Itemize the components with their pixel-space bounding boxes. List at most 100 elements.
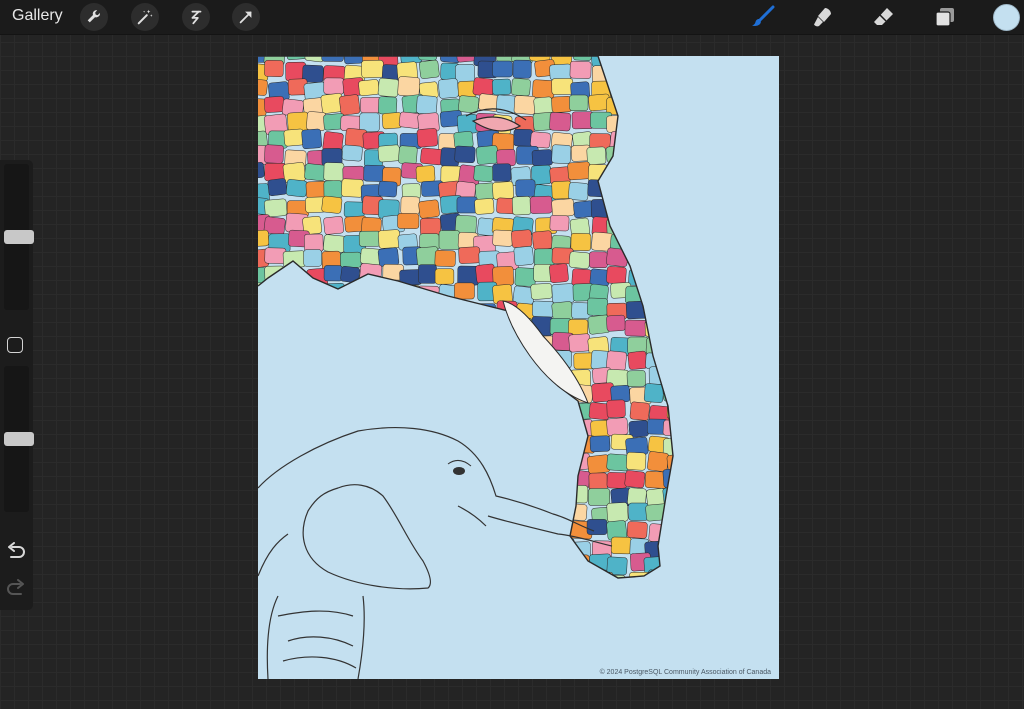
mosaic-patch xyxy=(323,216,344,235)
mosaic-patch xyxy=(552,434,573,451)
mosaic-patch xyxy=(687,320,707,338)
actions-button[interactable] xyxy=(80,3,108,31)
selection-button[interactable] xyxy=(182,3,210,31)
layers-button[interactable] xyxy=(932,4,958,30)
mosaic-patch xyxy=(551,95,572,113)
mosaic-patch xyxy=(434,268,455,285)
redo-icon[interactable] xyxy=(5,579,27,599)
mosaic-patch xyxy=(269,590,289,608)
mosaic-patch xyxy=(323,234,346,253)
mosaic-patch xyxy=(511,387,534,405)
mosaic-patch xyxy=(666,248,673,269)
mosaic-patch xyxy=(492,181,514,200)
mosaic-patch xyxy=(629,401,650,421)
modify-button[interactable] xyxy=(7,337,23,353)
mosaic-patch xyxy=(551,198,575,218)
mosaic-patch xyxy=(647,127,671,144)
mosaic-patch xyxy=(474,506,498,524)
mosaic-patch xyxy=(303,399,325,419)
gallery-button[interactable]: Gallery xyxy=(12,7,63,25)
mosaic-patch xyxy=(683,370,704,389)
mosaic-patch xyxy=(258,162,265,179)
mosaic-patch xyxy=(629,98,651,118)
mosaic-patch xyxy=(472,401,492,420)
mosaic-patch xyxy=(358,79,380,97)
mosaic-patch xyxy=(492,538,513,556)
mosaic-patch xyxy=(570,233,592,252)
mosaic-patch xyxy=(552,537,575,556)
mosaic-patch xyxy=(666,56,673,60)
mosaic-patch xyxy=(572,571,596,578)
mosaic-patch xyxy=(668,183,673,203)
mosaic-patch xyxy=(668,166,673,185)
mosaic-patch xyxy=(419,59,440,79)
mosaic-patch xyxy=(382,420,402,439)
mosaic-patch xyxy=(264,368,288,386)
mosaic-patch xyxy=(324,537,346,555)
mosaic-patch xyxy=(457,382,481,401)
mosaic-patch xyxy=(340,417,362,435)
mosaic-patch xyxy=(343,56,364,65)
mosaic-patch xyxy=(456,113,479,135)
mosaic-patch xyxy=(648,285,668,302)
mosaic-patch xyxy=(549,215,570,232)
mosaic-patch xyxy=(282,552,306,572)
brush-size-slider[interactable] xyxy=(4,164,34,310)
mosaic-patch xyxy=(286,351,308,370)
mosaic-patch xyxy=(663,541,673,559)
color-picker-button[interactable] xyxy=(993,4,1020,31)
mosaic-patch xyxy=(549,63,572,81)
mosaic-patch xyxy=(624,128,645,147)
opacity-slider[interactable] xyxy=(4,366,34,512)
brush-size-thumb[interactable] xyxy=(4,230,34,244)
smudge-tool-button[interactable] xyxy=(810,4,836,30)
mosaic-patch xyxy=(532,230,553,250)
selection-icon xyxy=(191,10,202,25)
adjustments-button[interactable] xyxy=(131,3,159,31)
mosaic-patch xyxy=(359,112,380,132)
mosaic-patch xyxy=(514,403,536,423)
mosaic-patch xyxy=(511,78,531,97)
mosaic-patch xyxy=(512,59,532,79)
mosaic-patch xyxy=(606,472,628,489)
mosaic-patch xyxy=(264,519,286,538)
mosaic-patch xyxy=(685,420,708,440)
mosaic-patch xyxy=(323,265,343,282)
mosaic-patch xyxy=(647,148,670,169)
mosaic-patch xyxy=(258,591,269,610)
mosaic-patch xyxy=(492,60,513,78)
mosaic-patch xyxy=(343,537,366,557)
mosaic-patch xyxy=(360,97,382,114)
mosaic-patch xyxy=(456,196,478,214)
mosaic-patch xyxy=(606,453,630,472)
mosaic-patch xyxy=(682,350,702,369)
mosaic-patch xyxy=(268,535,291,556)
mosaic-patch xyxy=(302,286,324,306)
mosaic-patch xyxy=(264,555,286,573)
transform-button[interactable] xyxy=(232,3,260,31)
mosaic-patch xyxy=(648,214,671,234)
mosaic-patch xyxy=(686,456,707,476)
mosaic-patch xyxy=(605,56,628,63)
mosaic-patch xyxy=(625,149,647,169)
eraser-tool-button[interactable] xyxy=(871,4,897,30)
mosaic-patch xyxy=(283,470,305,488)
mosaic-patch xyxy=(323,180,343,199)
mosaic-patch xyxy=(435,455,457,476)
mosaic-patch xyxy=(345,518,368,537)
mosaic-patch xyxy=(343,201,365,218)
mosaic-patch xyxy=(496,450,520,470)
brush-tool-button[interactable] xyxy=(750,4,776,30)
mosaic-patch xyxy=(515,569,536,578)
mosaic-patch xyxy=(361,59,384,79)
mosaic-patch xyxy=(645,195,665,213)
mosaic-patch xyxy=(264,403,285,422)
mosaic-patch xyxy=(666,200,673,218)
mosaic-patch xyxy=(382,572,404,578)
mosaic-patch xyxy=(478,520,500,539)
opacity-thumb[interactable] xyxy=(4,432,34,446)
undo-icon[interactable] xyxy=(5,542,27,562)
artwork-canvas[interactable]: © 2024 PostgreSQL Community Association … xyxy=(258,56,779,679)
mosaic-patch xyxy=(569,94,589,111)
mosaic-patch xyxy=(288,386,312,405)
